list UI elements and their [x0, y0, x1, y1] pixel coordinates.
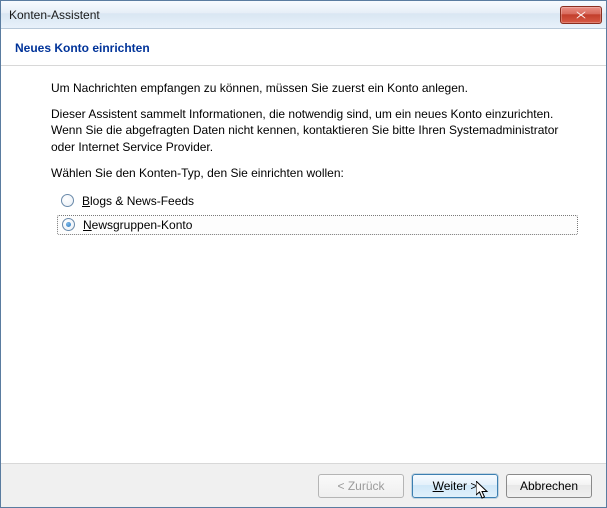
intro-text: Um Nachrichten empfangen zu können, müss… — [51, 80, 578, 96]
wizard-window: Konten-Assistent Neues Konto einrichten … — [0, 0, 607, 508]
option-newsgroup-label: Newsgruppen-Konto — [83, 217, 192, 233]
page-heading: Neues Konto einrichten — [15, 41, 592, 55]
prompt-text: Wählen Sie den Konten-Typ, den Sie einri… — [51, 165, 578, 181]
description-text: Dieser Assistent sammelt Informationen, … — [51, 106, 578, 155]
cancel-button[interactable]: Abbrechen — [506, 474, 592, 498]
titlebar: Konten-Assistent — [1, 1, 606, 29]
account-type-options: Blogs & News-Feeds Newsgruppen-Konto — [51, 191, 578, 235]
wizard-header: Neues Konto einrichten — [1, 29, 606, 66]
radio-blogs-feeds[interactable] — [61, 194, 74, 207]
wizard-footer: < Zurück Weiter > Abbrechen — [1, 463, 606, 507]
back-button: < Zurück — [318, 474, 404, 498]
close-icon — [576, 11, 586, 19]
option-blogs-feeds[interactable]: Blogs & News-Feeds — [57, 191, 578, 211]
next-button[interactable]: Weiter > — [412, 474, 498, 498]
radio-newsgroup[interactable] — [62, 218, 75, 231]
close-button[interactable] — [560, 6, 602, 24]
option-blogs-feeds-label: Blogs & News-Feeds — [82, 193, 194, 209]
window-title: Konten-Assistent — [9, 8, 100, 22]
option-newsgroup[interactable]: Newsgruppen-Konto — [57, 215, 578, 235]
wizard-body: Um Nachrichten empfangen zu können, müss… — [1, 66, 606, 463]
